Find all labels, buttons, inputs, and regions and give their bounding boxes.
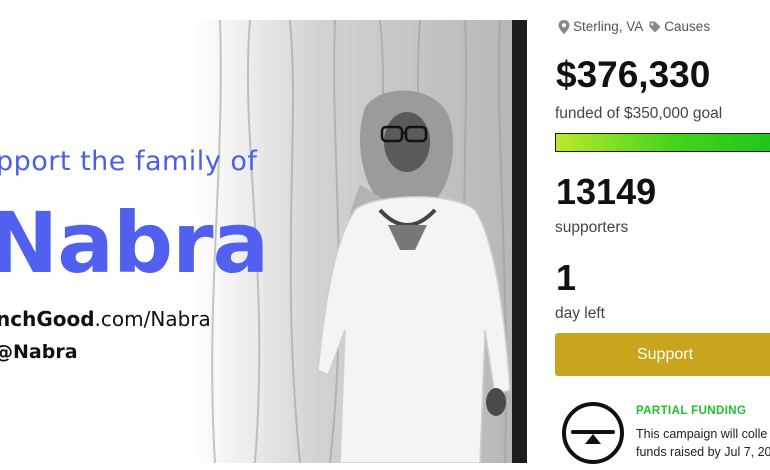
- hero-name: Nabra: [0, 194, 269, 292]
- goal-label: funded of $350,000 goal: [555, 105, 723, 122]
- person-photo: [317, 90, 511, 463]
- campaign-image: pport the family of Nabra nchGood.com/Na…: [0, 20, 527, 463]
- hero-url: nchGood.com/Nabra: [0, 307, 211, 331]
- amount-raised: $376,330: [556, 54, 711, 95]
- support-button[interactable]: Support: [555, 333, 770, 376]
- map-pin-icon: [558, 19, 570, 34]
- days-left-label: day left: [555, 305, 605, 322]
- supporters-label: supporters: [555, 219, 629, 236]
- funding-progress-fill: [556, 134, 770, 151]
- campaign-meta: Sterling, VA Causes: [558, 19, 710, 34]
- campaign-sidebar: Sterling, VA Causes $376,330 funded of $…: [555, 0, 770, 470]
- category-link[interactable]: Causes: [664, 19, 710, 34]
- hero-handle: @Nabra: [0, 341, 78, 363]
- hero-headline: pport the family of: [0, 146, 258, 177]
- supporter-count: 13149: [556, 171, 657, 212]
- partial-funding-title: PARTIAL FUNDING: [636, 405, 747, 417]
- days-left-count: 1: [556, 257, 577, 298]
- tag-icon: [649, 20, 661, 33]
- funding-progress-bar: [555, 133, 770, 152]
- scale-balance-icon: [562, 402, 624, 464]
- location-link[interactable]: Sterling, VA: [573, 19, 643, 34]
- partial-funding-text: This campaign will colle funds raised by…: [636, 427, 770, 459]
